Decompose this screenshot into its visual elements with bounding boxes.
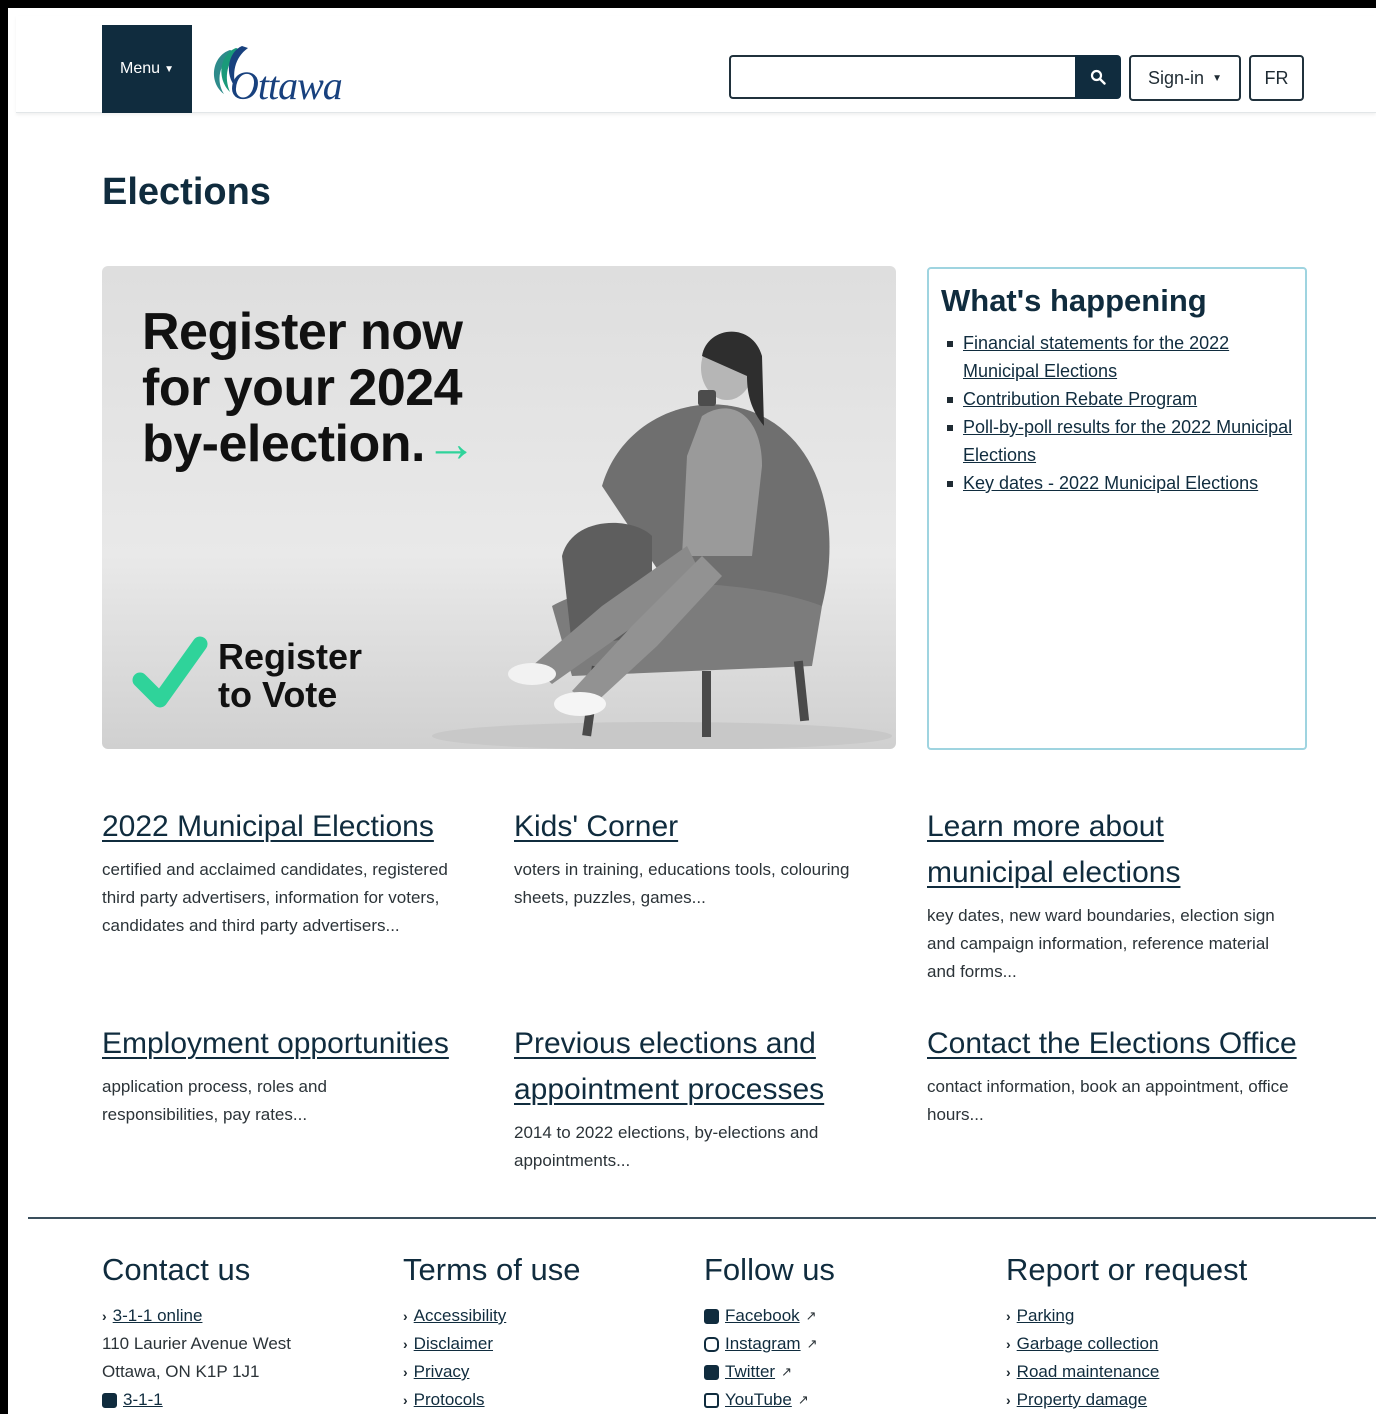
whats-happening-list: Financial statements for the 2022 Munici… (941, 329, 1293, 497)
whats-happening-panel: What's happening Financial statements fo… (927, 267, 1307, 750)
search-input[interactable] (729, 55, 1075, 99)
chevron-right-icon: › (403, 1364, 408, 1380)
card-description: application process, roles and responsib… (102, 1077, 327, 1124)
card-title-link[interactable]: Contact the Elections Office (927, 1027, 1297, 1060)
card-description: voters in training, educations tools, co… (514, 860, 850, 907)
footer-link[interactable]: Parking (1017, 1302, 1075, 1330)
arrow-right-icon: → (424, 415, 477, 473)
external-link-icon: ↗ (781, 1364, 792, 1379)
card-title-link[interactable]: 2022 Municipal Elections (102, 810, 434, 843)
register-to-vote-label: Register to Vote (218, 638, 362, 714)
hero-banner[interactable]: Register now for your 2024 by-election.→… (102, 266, 896, 749)
twitter-icon (704, 1364, 719, 1380)
card-description: contact information, book an appointment… (927, 1077, 1289, 1124)
register-line: to Vote (218, 674, 338, 715)
footer-heading: Report or request (1006, 1252, 1248, 1287)
menu-label: Menu (120, 60, 161, 77)
card-description: 2014 to 2022 elections, by-elections and… (514, 1123, 819, 1170)
site-header: Menu ▼ Ottawa Sign-in ▼ FR (16, 16, 1376, 113)
footer-link[interactable]: Protocols (414, 1386, 485, 1414)
footer-link[interactable]: Garbage collection (1017, 1330, 1159, 1358)
language-toggle-button[interactable]: FR (1249, 55, 1304, 101)
footer-heading: Follow us (704, 1252, 835, 1287)
card-employment: Employment opportunities application pro… (102, 1021, 502, 1129)
card-municipal-elections: 2022 Municipal Elections certified and a… (102, 804, 482, 940)
sign-in-button[interactable]: Sign-in ▼ (1129, 55, 1241, 101)
card-previous-elections: Previous elections and appointment proce… (514, 1021, 874, 1175)
footer-divider (28, 1217, 1376, 1219)
register-line: Register (218, 636, 363, 677)
whats-happening-title: What's happening (941, 283, 1207, 318)
caret-down-icon: ▼ (164, 63, 174, 75)
list-item: Poll-by-poll results for the 2022 Munici… (947, 413, 1293, 469)
footer-link[interactable]: Privacy (414, 1358, 470, 1386)
card-title-link[interactable]: Learn more about municipal elections (927, 810, 1180, 889)
page-frame: Menu ▼ Ottawa Sign-in ▼ FR Elections Reg… (0, 0, 1376, 1414)
sign-in-label: Sign-in (1148, 67, 1205, 88)
page-title: Elections (102, 171, 271, 213)
phone-icon (102, 1392, 117, 1408)
news-link[interactable]: Poll-by-poll results for the 2022 Munici… (963, 417, 1292, 465)
hero-headline-text: by-election. (142, 415, 425, 473)
facebook-icon (704, 1308, 719, 1324)
social-link[interactable]: Twitter (725, 1358, 775, 1386)
instagram-icon (704, 1336, 719, 1352)
chevron-right-icon: › (1006, 1308, 1011, 1324)
address-line: 110 Laurier Avenue West (102, 1334, 292, 1353)
card-kids-corner: Kids' Corner voters in training, educati… (514, 804, 902, 912)
footer-follow: Follow us Facebook ↗ Instagram ↗ Twitter ↗ … (704, 1252, 994, 1414)
external-link-icon: ↗ (797, 1392, 809, 1407)
social-link[interactable]: Instagram (725, 1330, 801, 1358)
chevron-right-icon: › (403, 1336, 408, 1352)
card-title-link[interactable]: Previous elections and appointment proce… (514, 1027, 824, 1106)
caret-down-icon: ▼ (1212, 72, 1222, 84)
chevron-right-icon: › (102, 1308, 107, 1324)
footer-link[interactable]: Disclaimer (414, 1330, 493, 1358)
footer-link[interactable]: Property damage (1017, 1386, 1147, 1414)
card-title-link[interactable]: Employment opportunities (102, 1027, 449, 1060)
card-description: key dates, new ward boundaries, election… (927, 906, 1275, 981)
checkmark-icon (132, 636, 208, 708)
social-link[interactable]: Facebook (725, 1302, 800, 1330)
news-link[interactable]: Contribution Rebate Program (963, 389, 1197, 409)
address-line: Ottawa, ON K1P 1J1 (102, 1362, 260, 1381)
news-link[interactable]: Key dates - 2022 Municipal Elections (963, 473, 1258, 493)
chevron-right-icon: › (1006, 1364, 1011, 1380)
footer-contact: Contact us › 3-1-1 online 110 Laurier Ave… (102, 1252, 392, 1414)
chevron-right-icon: › (403, 1392, 408, 1408)
external-link-icon: ↗ (806, 1336, 818, 1351)
card-contact-office: Contact the Elections Office contact inf… (927, 1021, 1307, 1129)
card-title-link[interactable]: Kids' Corner (514, 810, 678, 843)
hero-headline-line: for your 2024 (142, 359, 463, 417)
list-item: Key dates - 2022 Municipal Elections (947, 469, 1293, 497)
phone-link[interactable]: 3-1-1 (123, 1386, 163, 1414)
footer-link[interactable]: Road maintenance (1017, 1358, 1160, 1386)
menu-button[interactable]: Menu ▼ (102, 25, 192, 113)
list-item: Financial statements for the 2022 Munici… (947, 329, 1293, 385)
hero-headline: Register now for your 2024 by-election.→ (142, 303, 477, 473)
hero-headline-line: by-election.→ (142, 415, 477, 473)
ottawa-wordmark: Ottawa (230, 63, 343, 108)
chevron-right-icon: › (1006, 1336, 1011, 1352)
footer-report: Report or request › Parking › Garbage coll… (1006, 1252, 1296, 1414)
hero-headline-line: Register now (142, 303, 463, 361)
chevron-right-icon: › (1006, 1392, 1011, 1408)
footer-heading: Contact us (102, 1252, 251, 1287)
search-button[interactable] (1075, 55, 1121, 99)
card-learn-more: Learn more about municipal elections key… (927, 804, 1297, 986)
card-description: certified and acclaimed candidates, regi… (102, 860, 448, 935)
youtube-icon (704, 1392, 719, 1408)
footer-link[interactable]: Accessibility (414, 1302, 507, 1330)
social-link[interactable]: YouTube (725, 1386, 792, 1414)
footer-heading: Terms of use (403, 1252, 581, 1287)
news-link[interactable]: Financial statements for the 2022 Munici… (963, 333, 1229, 381)
search-icon (1090, 69, 1106, 85)
footer-link[interactable]: 3-1-1 online (113, 1302, 203, 1330)
list-item: Contribution Rebate Program (947, 385, 1293, 413)
chevron-right-icon: › (403, 1308, 408, 1324)
external-link-icon: ↗ (805, 1308, 817, 1323)
footer-terms: Terms of use › Accessibility › Disclaimer … (403, 1252, 693, 1414)
